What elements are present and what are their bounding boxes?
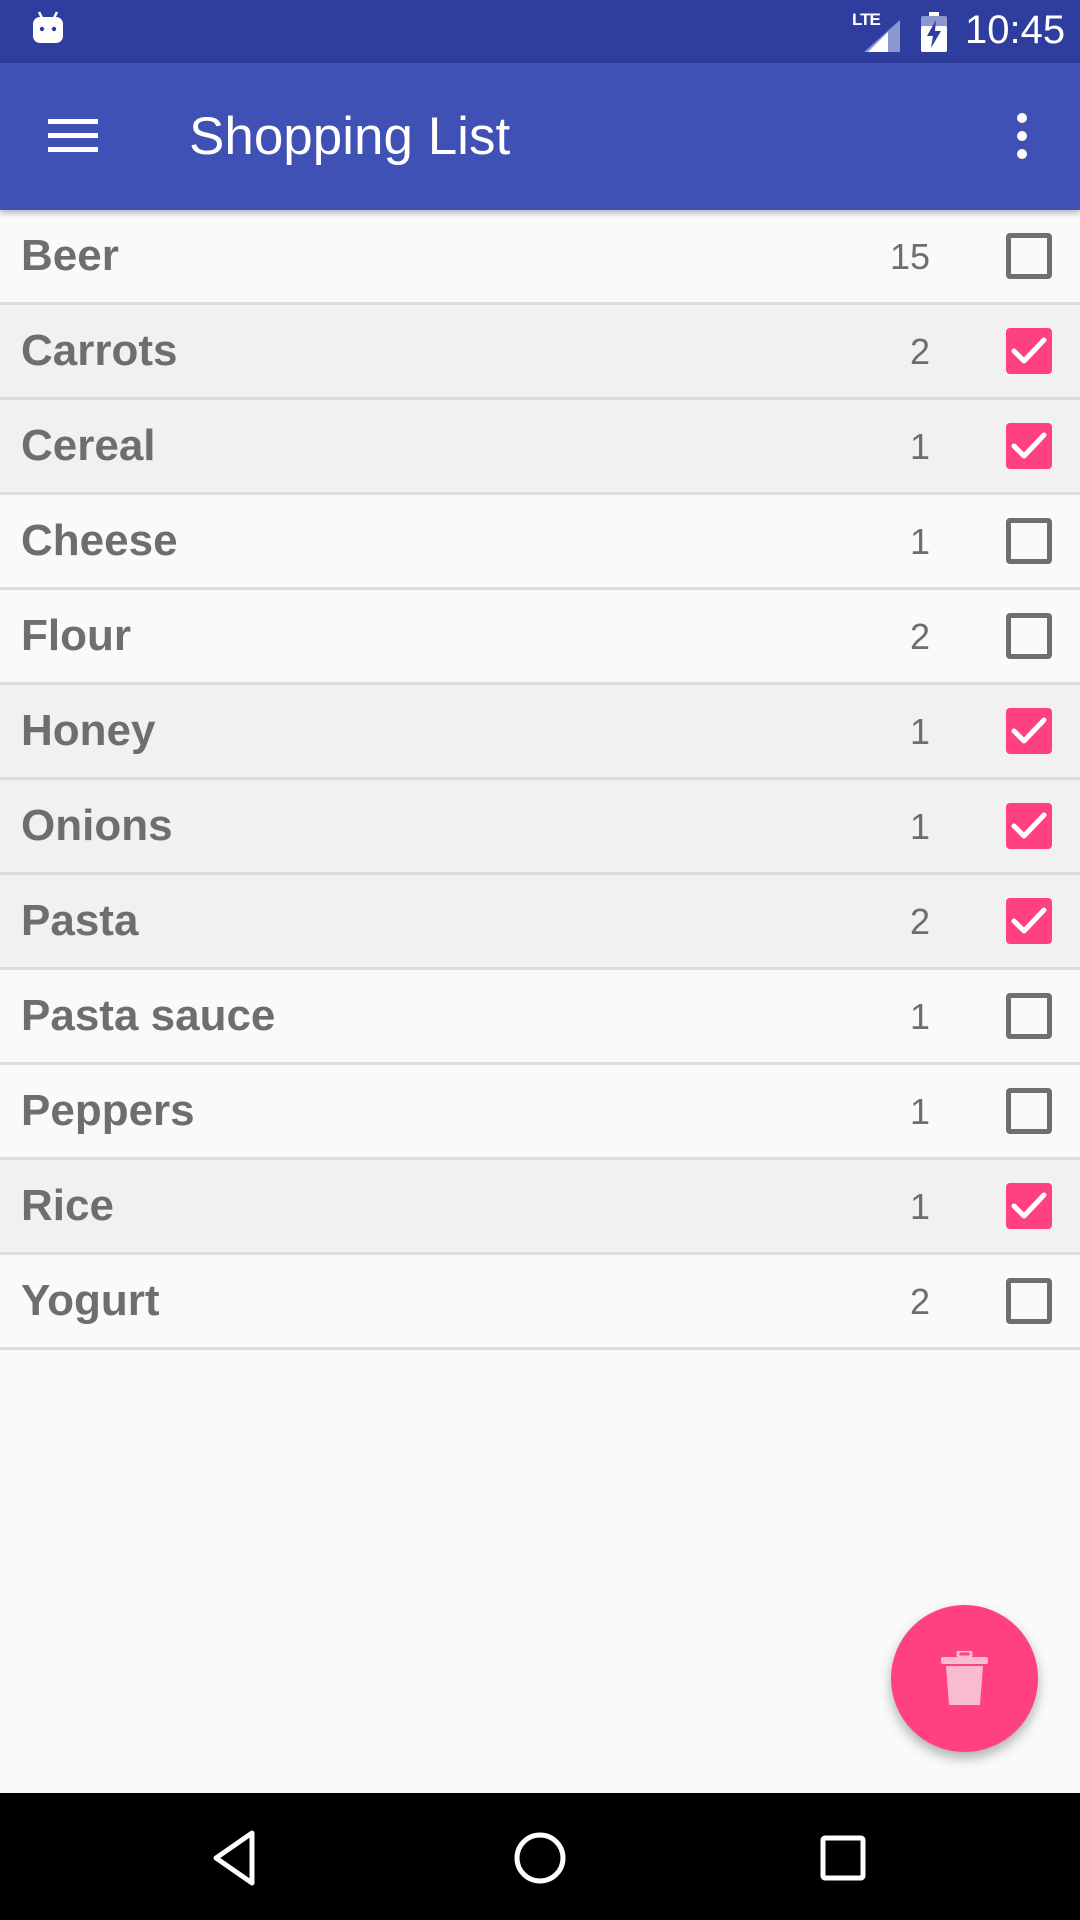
check-icon [1011, 1192, 1047, 1219]
item-checkbox[interactable] [1006, 423, 1052, 469]
list-item[interactable]: Yogurt 2 [0, 1255, 1080, 1350]
item-checkbox[interactable] [1006, 1183, 1052, 1229]
list-item[interactable]: Rice 1 [0, 1160, 1080, 1255]
item-checkbox[interactable] [1006, 613, 1052, 659]
check-icon [1011, 812, 1047, 839]
item-checkbox[interactable] [1006, 518, 1052, 564]
item-name: Cheese [21, 516, 178, 565]
item-checkbox[interactable] [1006, 1088, 1052, 1134]
android-icon [33, 11, 63, 43]
list-item[interactable]: Carrots 2 [0, 305, 1080, 400]
status-bar: LTE 10:45 [0, 0, 1080, 63]
list-item[interactable]: Honey 1 [0, 685, 1080, 780]
item-checkbox[interactable] [1006, 993, 1052, 1039]
item-checkbox[interactable] [1006, 803, 1052, 849]
page-title: Shopping List [189, 107, 511, 166]
item-name: Rice [21, 1181, 114, 1230]
list-item[interactable]: Cheese 1 [0, 495, 1080, 590]
item-quantity: 2 [909, 901, 930, 942]
item-name: Peppers [21, 1086, 195, 1135]
back-icon[interactable] [200, 1823, 270, 1893]
item-quantity: 1 [909, 1186, 930, 1227]
item-quantity: 1 [909, 426, 930, 467]
item-name: Honey [21, 706, 156, 755]
recents-icon[interactable] [808, 1823, 878, 1893]
item-quantity: 1 [909, 521, 930, 562]
check-icon [1011, 717, 1047, 744]
item-quantity: 1 [909, 1091, 930, 1132]
item-checkbox[interactable] [1006, 233, 1052, 279]
list-item[interactable]: Peppers 1 [0, 1065, 1080, 1160]
check-icon [1011, 337, 1047, 364]
item-name: Flour [21, 611, 131, 660]
delete-icon [941, 1651, 988, 1705]
screen: LTE 10:45 Shopping List Beer 15 Carrots 2 Ce… [0, 0, 1080, 1920]
item-name: Onions [21, 801, 173, 850]
shopping-list: Beer 15 Carrots 2 Cereal 1 Cheese 1 Flour 2 Honey 1… [0, 210, 1080, 1350]
item-quantity: 1 [909, 711, 930, 752]
item-quantity: 15 [889, 236, 930, 277]
item-checkbox[interactable] [1006, 1278, 1052, 1324]
item-name: Beer [21, 231, 119, 280]
delete-fab-button[interactable] [891, 1605, 1038, 1752]
item-name: Cereal [21, 421, 156, 470]
app-toolbar: Shopping List [0, 63, 1080, 210]
navigation-bar [0, 1793, 1080, 1920]
list-item[interactable]: Flour 2 [0, 590, 1080, 685]
status-time: 10:45 [965, 8, 1066, 52]
item-quantity: 2 [909, 616, 930, 657]
item-name: Pasta sauce [21, 991, 276, 1040]
signal-icon [864, 20, 900, 52]
item-name: Pasta [21, 896, 139, 945]
check-icon [1011, 907, 1047, 934]
item-checkbox[interactable] [1006, 708, 1052, 754]
list-item[interactable]: Cereal 1 [0, 400, 1080, 495]
check-icon [1011, 432, 1047, 459]
item-quantity: 1 [909, 996, 930, 1037]
item-name: Yogurt [21, 1276, 160, 1325]
item-checkbox[interactable] [1006, 898, 1052, 944]
item-quantity: 2 [909, 1281, 930, 1322]
home-icon[interactable] [505, 1823, 575, 1893]
list-item[interactable]: Pasta sauce 1 [0, 970, 1080, 1065]
item-quantity: 1 [909, 806, 930, 847]
item-checkbox[interactable] [1006, 328, 1052, 374]
menu-icon[interactable] [48, 117, 98, 155]
list-item[interactable]: Pasta 2 [0, 875, 1080, 970]
list-item[interactable]: Onions 1 [0, 780, 1080, 875]
item-name: Carrots [21, 326, 178, 375]
overflow-menu-icon[interactable] [1012, 113, 1032, 159]
item-quantity: 2 [909, 331, 930, 372]
battery-icon [921, 12, 947, 52]
list-item[interactable]: Beer 15 [0, 210, 1080, 305]
